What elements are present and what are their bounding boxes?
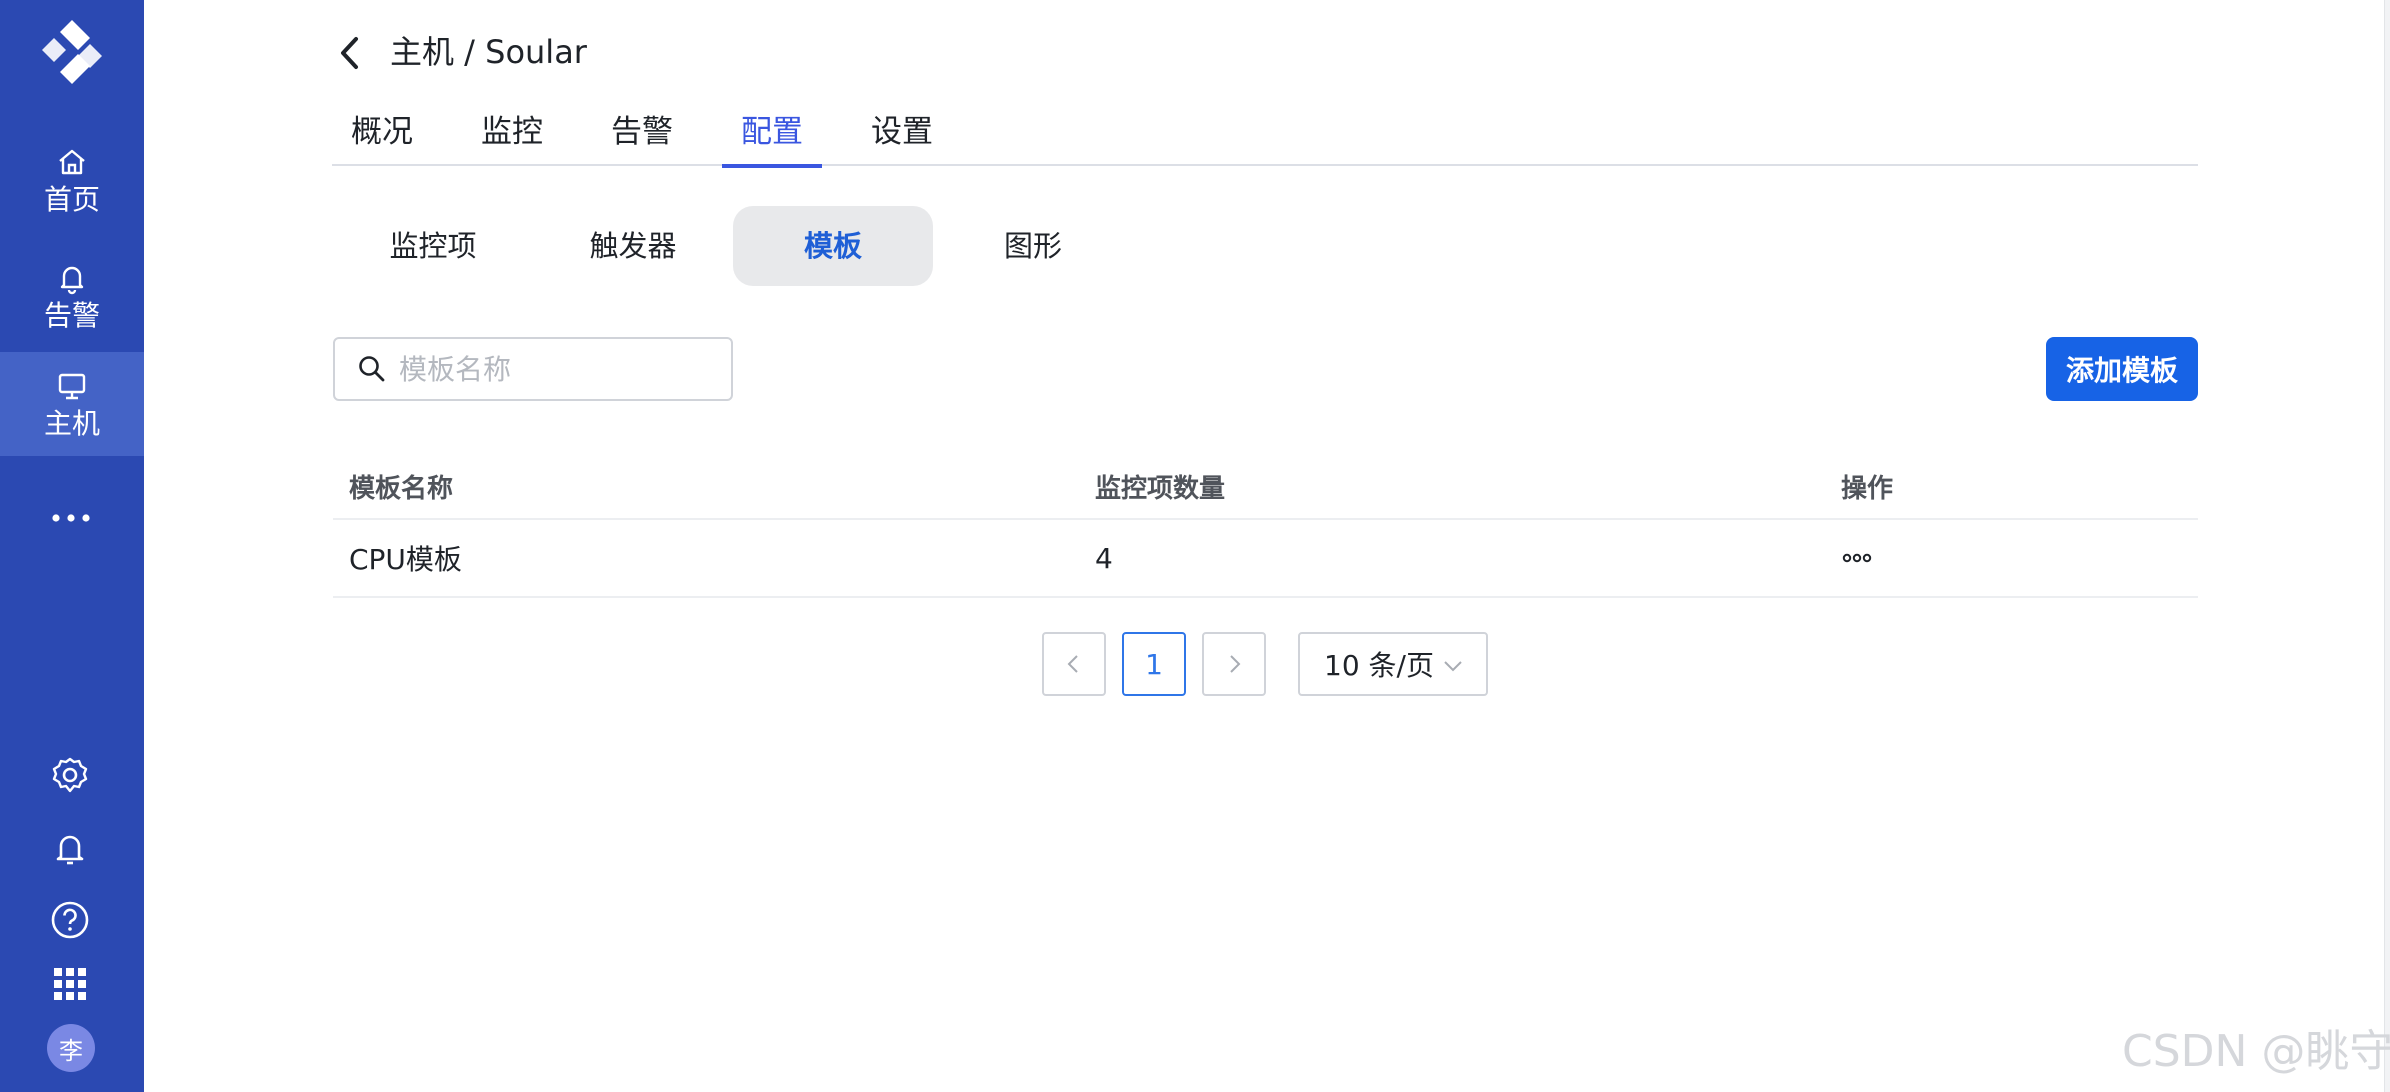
page-size-select[interactable]: 10 条/页 <box>1298 632 1488 696</box>
primary-tabs: 概况 监控 告警 配置 设置 <box>332 100 2198 168</box>
tab-settings[interactable]: 设置 <box>852 100 952 166</box>
search-icon <box>359 356 385 382</box>
sidebar: 首页 告警 主机 李 <box>0 0 144 1092</box>
more-actions-icon[interactable] <box>1841 548 1873 568</box>
tab-monitoring[interactable]: 监控 <box>462 100 562 166</box>
item-count-cell: 4 <box>1095 541 1113 575</box>
home-icon <box>59 149 85 175</box>
sidebar-item-label: 告警 <box>43 299 100 332</box>
monitor-icon <box>58 373 86 400</box>
bell-icon <box>60 266 84 295</box>
table-header: 模板名称 监控项数量 操作 <box>333 454 2198 520</box>
back-arrow-icon[interactable] <box>334 34 368 72</box>
more-dots-icon[interactable] <box>50 505 94 531</box>
sidebar-item-alerts[interactable]: 告警 <box>0 244 144 348</box>
search-input[interactable] <box>397 351 727 387</box>
page-title: 主机 / Soular <box>390 33 587 71</box>
page-number-button[interactable]: 1 <box>1122 632 1186 696</box>
subtab-templates[interactable]: 模板 <box>733 206 933 286</box>
add-template-button[interactable]: 添加模板 <box>2046 337 2198 401</box>
table-row[interactable]: CPU模板 4 <box>333 520 2198 598</box>
watermark: CSDN @眺守 <box>2122 1026 2390 1077</box>
subtab-items[interactable]: 监控项 <box>333 206 533 286</box>
tab-configuration[interactable]: 配置 <box>722 100 822 168</box>
tab-overview[interactable]: 概况 <box>332 100 432 166</box>
subtab-graphs[interactable]: 图形 <box>933 206 1133 286</box>
search-field[interactable] <box>333 337 733 401</box>
window-edge <box>2384 0 2390 1092</box>
chevron-right-icon <box>1230 655 1241 673</box>
prev-page-button[interactable] <box>1042 632 1106 696</box>
sidebar-item-label: 首页 <box>43 183 100 216</box>
chevron-down-icon <box>1444 661 1462 672</box>
actions-cell <box>1841 520 1873 596</box>
chevron-left-icon <box>1067 655 1078 673</box>
column-header-name: 模板名称 <box>349 473 454 504</box>
tab-alerts[interactable]: 告警 <box>592 100 692 166</box>
sidebar-item-hosts[interactable]: 主机 <box>0 352 144 456</box>
sidebar-item-home[interactable]: 首页 <box>0 128 144 232</box>
page-size-value: 10 条/页 <box>1324 649 1434 682</box>
templates-table: 模板名称 监控项数量 操作 CPU模板 4 <box>333 454 2198 598</box>
settings-icon[interactable] <box>48 753 92 797</box>
notification-bell-icon[interactable] <box>48 826 92 870</box>
subtab-triggers[interactable]: 触发器 <box>533 206 733 286</box>
template-name-cell[interactable]: CPU模板 <box>349 520 462 596</box>
column-header-actions: 操作 <box>1841 473 1894 504</box>
apps-grid-icon[interactable] <box>48 962 92 1006</box>
next-page-button[interactable] <box>1202 632 1266 696</box>
column-header-item-count: 监控项数量 <box>1095 473 1226 504</box>
avatar[interactable]: 李 <box>47 1024 95 1072</box>
app-logo-icon[interactable] <box>36 18 108 88</box>
sidebar-item-label: 主机 <box>43 407 100 440</box>
help-icon[interactable] <box>48 898 92 942</box>
